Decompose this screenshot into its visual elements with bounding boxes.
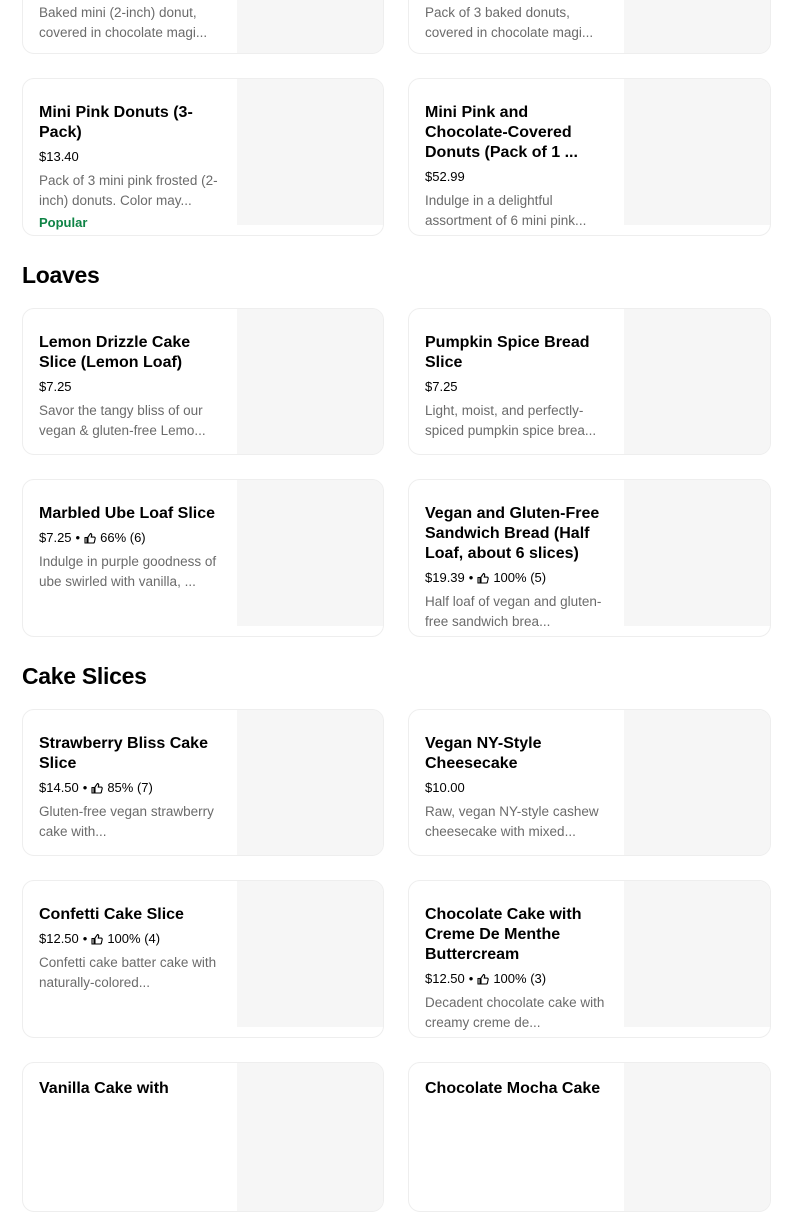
item-rating: 100% (3) [493,971,547,986]
separator-dot: • [468,570,474,585]
item-name: Pumpkin Spice Bread Slice [425,334,590,371]
item-image [624,79,770,225]
item-name: Strawberry Bliss Cake Slice [39,735,208,772]
item-name: Marbled Ube Loaf Slice [39,505,216,522]
thumbs-up-icon [84,532,96,544]
item-image [237,480,383,626]
thumbs-up-icon [477,572,490,584]
item-image [624,309,770,454]
item-price: $14.50 [39,780,79,795]
item-image [624,480,770,626]
item-description: Pack of 3 baked donuts, covered in choco… [425,5,594,40]
item-description: Decadent chocolate cake with creamy crem… [425,995,605,1030]
item-description: Light, moist, and perfectly-spiced pumpk… [425,403,597,438]
menu-item-card[interactable]: Vegan NY-Style Cheesecake $10.00 Raw, ve… [408,709,771,856]
item-price: $7.25 [425,379,458,394]
menu-item-card[interactable]: Chocolate Cake with Creme De Menthe Butt… [408,880,771,1038]
menu-item-card[interactable]: Marbled Ube Loaf Slice $7.25 • 66% (6) I… [22,479,384,637]
item-image [624,0,770,53]
section-title-cake-slices: Cake Slices [22,663,147,689]
item-image [237,0,383,53]
thumbs-up-icon [91,782,104,794]
item-description: Confetti cake batter cake with naturally… [39,955,217,990]
item-name: Chocolate Cake with Creme De Menthe Butt… [425,906,582,963]
item-name: Vanilla Cake with [39,1080,169,1097]
item-name: Confetti Cake Slice [39,906,184,923]
item-price: $52.99 [425,169,465,184]
item-image [237,1063,383,1211]
menu-item-card[interactable]: Pumpkin Spice Bread Slice $7.25 Light, m… [408,308,771,455]
menu-item-card[interactable]: Mini Pink Donuts (3-Pack) $13.40 Pack of… [22,78,384,236]
menu-item-card[interactable]: Baked mini (2-inch) donut, covered in ch… [22,0,384,54]
item-description: Baked mini (2-inch) donut, covered in ch… [39,5,208,40]
item-rating: 85% (7) [107,780,153,795]
item-name: Chocolate Mocha Cake [425,1080,601,1097]
separator-dot: • [75,530,81,545]
menu-item-card[interactable]: Chocolate Mocha Cake [408,1062,771,1212]
thumbs-up-icon [477,973,490,985]
item-price: $12.50 [39,931,79,946]
menu-item-card[interactable]: Pack of 3 baked donuts, covered in choco… [408,0,771,54]
item-name: Mini Pink Donuts (3-Pack) [39,104,193,141]
menu-item-card[interactable]: Lemon Drizzle Cake Slice (Lemon Loaf) $7… [22,308,384,455]
item-description: Indulge in purple goodness of ube swirle… [39,554,217,589]
item-image [624,881,770,1027]
menu-item-card[interactable]: Vegan and Gluten-Free Sandwich Bread (Ha… [408,479,771,637]
item-image [624,1063,770,1211]
item-description: Savor the tangy bliss of our vegan & glu… [39,403,206,438]
item-name: Vegan NY-Style Cheesecake [425,735,542,772]
item-image [624,710,770,855]
item-name: Lemon Drizzle Cake Slice (Lemon Loaf) [39,334,191,371]
item-rating: 66% (6) [100,530,146,545]
item-image [237,309,383,454]
item-price: $12.50 [425,971,465,986]
item-image [237,710,383,855]
item-image [237,881,383,1027]
item-price: $19.39 [425,570,465,585]
section-title-loaves: Loaves [22,262,100,288]
item-price: $10.00 [425,780,465,795]
item-image [237,79,383,225]
separator-dot: • [82,931,88,946]
item-price: $7.25 [39,379,72,394]
thumbs-up-icon [91,933,104,945]
item-price: $7.25 [39,530,72,545]
item-description: Raw, vegan NY-style cashew cheesecake wi… [425,804,599,839]
item-description: Indulge in a delightful assortment of 6 … [425,193,587,228]
item-rating: 100% (5) [493,570,547,585]
item-name: Mini Pink and Chocolate-Covered Donuts (… [425,104,578,161]
item-description: Half loaf of vegan and gluten-free sandw… [425,594,602,629]
menu-item-card[interactable]: Strawberry Bliss Cake Slice $14.50 • 85%… [22,709,384,856]
item-description: Pack of 3 mini pink frosted (2-inch) don… [39,173,218,208]
menu-item-card[interactable]: Mini Pink and Chocolate-Covered Donuts (… [408,78,771,236]
separator-dot: • [468,971,474,986]
item-price: $13.40 [39,149,79,164]
separator-dot: • [82,780,88,795]
item-description: Gluten-free vegan strawberry cake with..… [39,804,214,839]
item-name: Vegan and Gluten-Free Sandwich Bread (Ha… [425,505,600,562]
popular-badge: Popular [39,215,88,230]
item-rating: 100% (4) [107,931,161,946]
menu-item-card[interactable]: Confetti Cake Slice $12.50 • 100% (4) Co… [22,880,384,1038]
menu-item-card[interactable]: Vanilla Cake with [22,1062,384,1212]
